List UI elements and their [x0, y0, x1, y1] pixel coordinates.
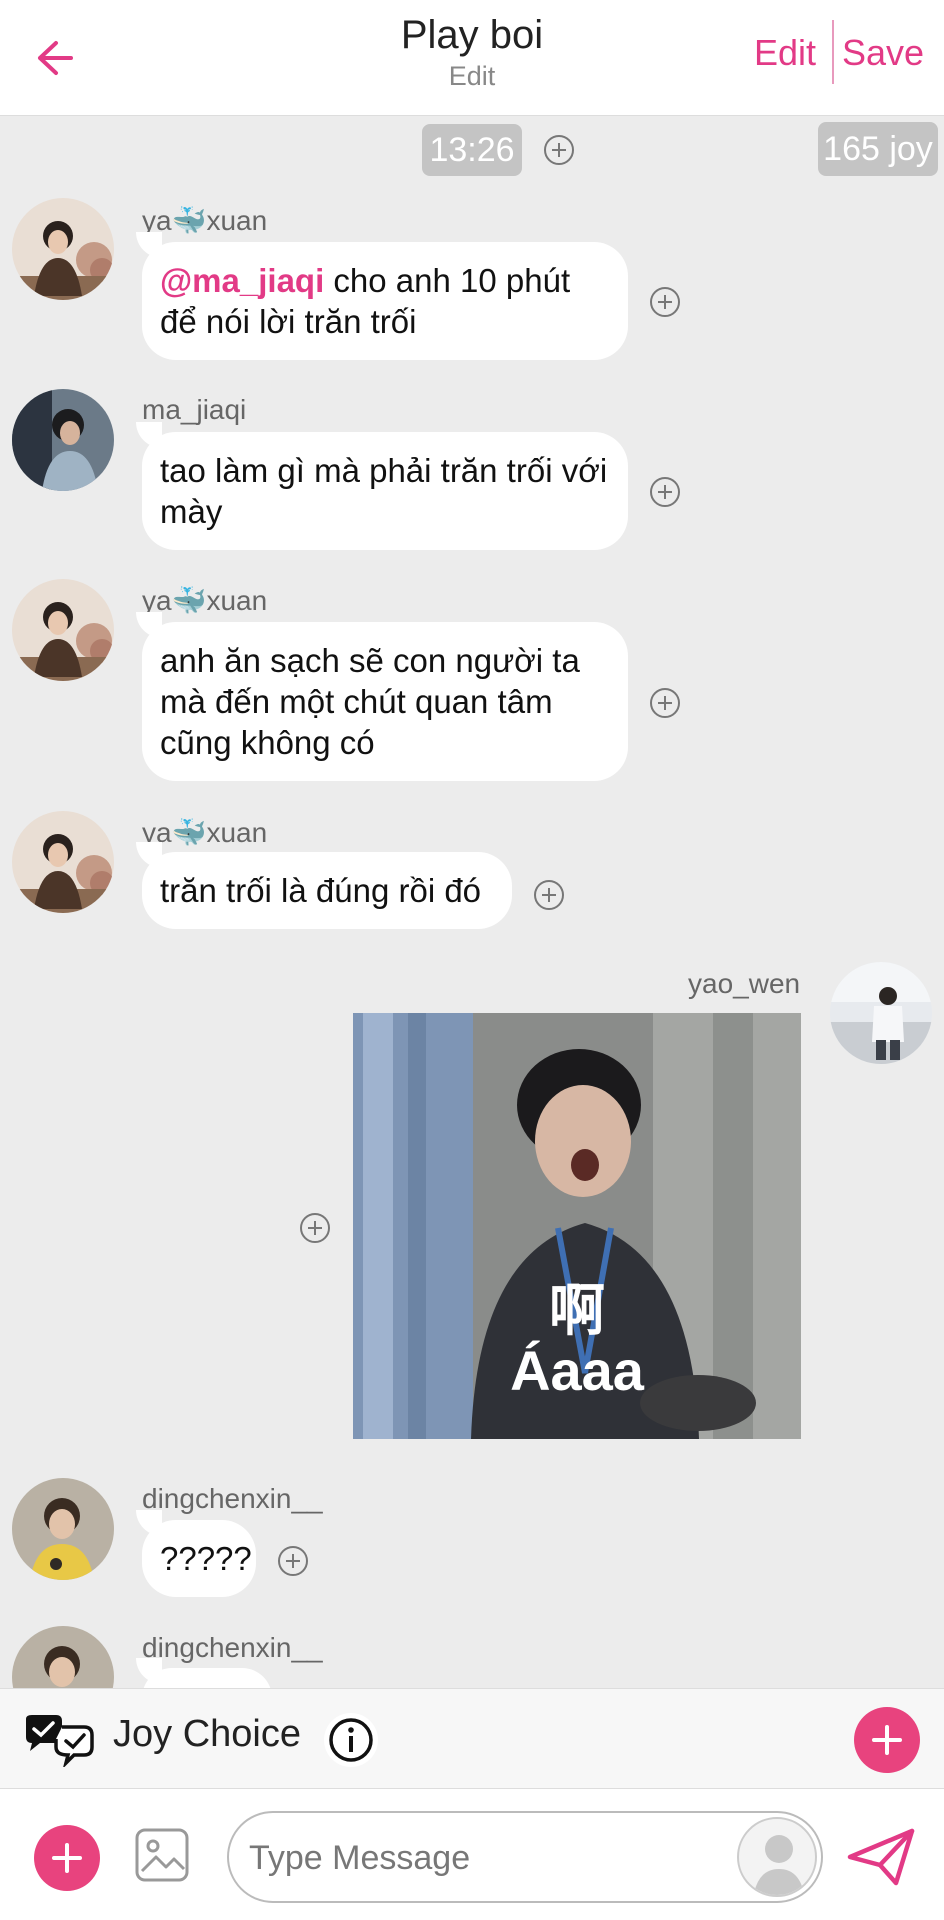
message-input-bar: [0, 1788, 944, 1920]
joy-choice-label: Joy Choice: [113, 1713, 301, 1755]
message-bubble[interactable]: @ma_jiaqi cho anh 10 phút để nói lời tră…: [142, 242, 628, 360]
message-bubble[interactable]: tao làm gì mà phải trăn trối với mày: [142, 432, 628, 550]
sticker-image[interactable]: 啊 Áaaa: [353, 1013, 801, 1439]
joy-choice-bar: Joy Choice: [0, 1688, 944, 1788]
whale-emoji-icon: 🐳: [171, 817, 207, 848]
add-circle-icon[interactable]: [534, 880, 564, 910]
sender-name: dingchenxin__: [142, 1632, 323, 1663]
sender-name: yao_wen: [688, 968, 801, 999]
avatar-yaxuan[interactable]: [12, 811, 114, 913]
add-circle-icon[interactable]: [650, 688, 680, 718]
avatar-dingchenxin[interactable]: [12, 1478, 114, 1580]
attach-plus-button[interactable]: [34, 1825, 100, 1891]
add-circle-icon[interactable]: [650, 287, 680, 317]
message-bubble[interactable]: ?????: [142, 1520, 256, 1597]
mention-link[interactable]: @ma_jiaqi: [160, 262, 324, 299]
avatar-yaxuan[interactable]: [12, 579, 114, 681]
whale-emoji-icon: 🐳: [171, 585, 207, 616]
sticker-caption-cn: 啊: [549, 1279, 605, 1342]
message-field[interactable]: [227, 1811, 823, 1903]
character-avatar-icon[interactable]: [737, 1817, 817, 1897]
joy-choice-icon: [22, 1711, 106, 1769]
add-circle-icon[interactable]: [650, 477, 680, 507]
avatar-yaxuan[interactable]: [12, 198, 114, 300]
top-header: Play boi Edit Edit Save: [0, 0, 944, 116]
info-icon[interactable]: [324, 1713, 378, 1767]
header-divider: [832, 20, 834, 84]
add-circle-icon[interactable]: [278, 1546, 308, 1576]
sender-name: dingchenxin__: [142, 1483, 323, 1514]
message-bubble[interactable]: anh ăn sạch sẽ con người ta mà đến một c…: [142, 622, 628, 781]
avatar-yaowen[interactable]: [830, 962, 932, 1064]
edit-button[interactable]: Edit: [754, 28, 816, 78]
save-button[interactable]: Save: [842, 28, 924, 78]
sticker-caption-vi: Áaaa: [510, 1339, 644, 1402]
joy-badge: 165 joy: [818, 122, 938, 176]
message-bubble[interactable]: trăn trối là đúng rồi đó: [142, 852, 512, 929]
message-input[interactable]: [249, 1833, 729, 1883]
avatar-majiaqi[interactable]: [12, 389, 114, 491]
whale-emoji-icon: 🐳: [171, 205, 207, 236]
back-arrow-icon[interactable]: [26, 30, 82, 86]
joy-add-button[interactable]: [854, 1707, 920, 1773]
add-circle-icon[interactable]: [544, 135, 574, 165]
image-gallery-icon[interactable]: [134, 1827, 190, 1883]
time-badge: 13:26: [422, 124, 522, 176]
add-circle-icon[interactable]: [300, 1213, 330, 1243]
send-icon[interactable]: [846, 1827, 916, 1887]
